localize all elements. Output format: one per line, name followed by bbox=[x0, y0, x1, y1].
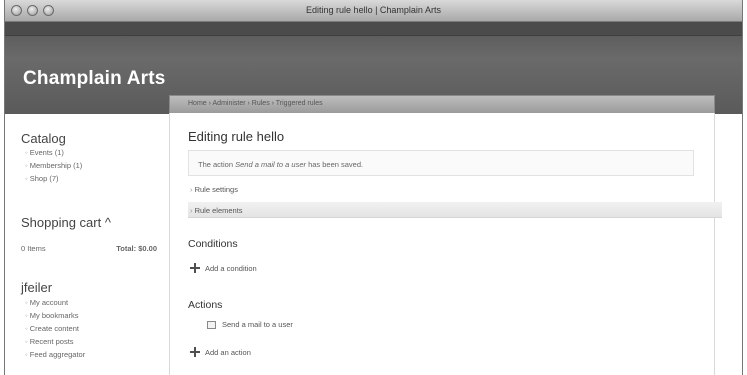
rule-elements-header bbox=[188, 202, 722, 218]
plus-icon bbox=[190, 347, 200, 357]
add-action-link[interactable]: Add an action bbox=[190, 347, 251, 357]
main-content: Editing rule hello The action Send a mai… bbox=[169, 113, 722, 375]
catalog-item-events[interactable]: Events (1) bbox=[25, 146, 82, 159]
breadcrumb-bar: Home › Administer › Rules › Triggered ru… bbox=[169, 95, 715, 113]
cart-items-count: 0 Items bbox=[21, 244, 46, 253]
status-suffix: has been saved. bbox=[305, 160, 364, 169]
user-menu-recent-posts[interactable]: Recent posts bbox=[25, 335, 85, 348]
sidebar: Catalog Events (1) Membership (1) Shop (… bbox=[5, 114, 165, 375]
add-condition-label: Add a condition bbox=[205, 263, 257, 273]
breadcrumb[interactable]: Home › Administer › Rules › Triggered ru… bbox=[188, 100, 323, 107]
browser-window: Editing rule hello | Champlain Arts Cham… bbox=[4, 0, 743, 375]
conditions-title: Conditions bbox=[188, 238, 238, 250]
status-text: The action Send a mail to a user has bee… bbox=[198, 160, 363, 169]
window-title: Editing rule hello | Champlain Arts bbox=[306, 5, 441, 15]
user-menu-create-content[interactable]: Create content bbox=[25, 322, 85, 335]
envelope-icon bbox=[207, 320, 216, 329]
action-item-send-mail[interactable]: Send a mail to a user bbox=[207, 320, 293, 329]
user-block-title: jfeiler bbox=[21, 280, 53, 295]
shopping-cart-title[interactable]: Shopping cart ^ bbox=[21, 215, 111, 230]
cart-total: Total: $0.00 bbox=[116, 244, 157, 253]
plus-icon bbox=[190, 263, 200, 273]
catalog-item-shop[interactable]: Shop (7) bbox=[25, 172, 82, 185]
user-menu: My account My bookmarks Create content R… bbox=[25, 296, 85, 361]
status-action-name: Send a mail to a user bbox=[235, 160, 306, 169]
cart-summary: 0 Items Total: $0.00 bbox=[21, 244, 157, 253]
rule-settings-toggle[interactable]: Rule settings bbox=[190, 185, 238, 194]
catalog-item-membership[interactable]: Membership (1) bbox=[25, 159, 83, 172]
window-titlebar: Editing rule hello | Champlain Arts bbox=[5, 0, 742, 22]
actions-title: Actions bbox=[188, 299, 223, 311]
status-message: The action Send a mail to a user has bee… bbox=[188, 150, 694, 176]
add-condition-link[interactable]: Add a condition bbox=[190, 263, 257, 273]
add-action-label: Add an action bbox=[205, 347, 251, 357]
user-menu-my-account[interactable]: My account bbox=[25, 296, 85, 309]
site-name[interactable]: Champlain Arts bbox=[23, 68, 166, 90]
catalog-block-title: Catalog bbox=[21, 131, 66, 146]
catalog-list: Events (1) Membership (1) Shop (7) bbox=[25, 146, 83, 185]
page-title: Editing rule hello bbox=[188, 129, 285, 144]
rule-elements-toggle[interactable]: Rule elements bbox=[190, 206, 243, 215]
action-item-label: Send a mail to a user bbox=[222, 320, 293, 329]
header-top-strip bbox=[5, 22, 742, 36]
user-menu-feed-aggregator[interactable]: Feed aggregator bbox=[25, 348, 85, 361]
user-menu-my-bookmarks[interactable]: My bookmarks bbox=[25, 309, 85, 322]
status-prefix: The action bbox=[198, 160, 236, 169]
